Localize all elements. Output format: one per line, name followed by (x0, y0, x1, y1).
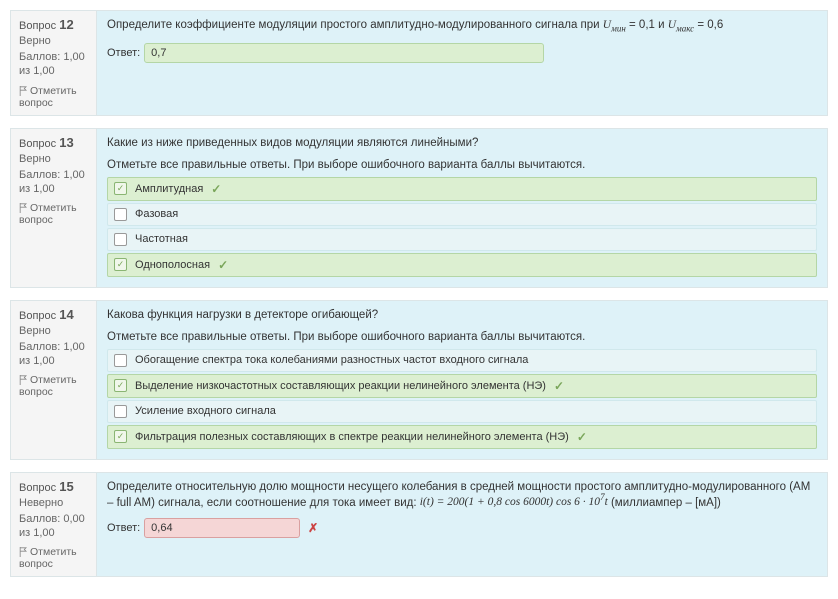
question-12: Вопрос 12 Верно Баллов: 1,00 из 1,00 Отм… (10, 10, 828, 116)
answer-label: Ответ: (107, 47, 140, 59)
question-content: Какова функция нагрузки в детекторе огиб… (97, 301, 827, 459)
question-status: Неверно (19, 497, 88, 509)
option-label: Обогащение спектра тока колебаниями разн… (135, 354, 528, 366)
checkbox[interactable]: ✓ (114, 258, 127, 271)
question-status: Верно (19, 325, 88, 337)
option-row[interactable]: ✓ Однополосная ✓ (107, 253, 817, 277)
option-row[interactable]: Обогащение спектра тока колебаниями разн… (107, 349, 817, 372)
question-marks: Баллов: 1,00 из 1,00 (19, 50, 88, 79)
checkbox[interactable] (114, 354, 127, 367)
checkbox[interactable]: ✓ (114, 182, 127, 195)
checkbox[interactable]: ✓ (114, 430, 127, 443)
option-label: Фильтрация полезных составляющих в спект… (135, 431, 569, 443)
flag-icon (19, 375, 28, 385)
question-13: Вопрос 13 Верно Баллов: 1,00 из 1,00 Отм… (10, 128, 828, 288)
answer-input[interactable] (144, 43, 544, 63)
question-number: Вопрос 15 (19, 479, 88, 494)
option-row[interactable]: ✓ Выделение низкочастотных составляющих р… (107, 374, 817, 398)
option-row[interactable]: Усиление входного сигнала (107, 400, 817, 423)
flag-icon (19, 547, 28, 557)
question-15: Вопрос 15 Неверно Баллов: 0,00 из 1,00 О… (10, 472, 828, 578)
checkbox[interactable] (114, 233, 127, 246)
options-list: ✓ Амплитудная ✓ Фазовая Частотная ✓ Однополосн… (107, 177, 817, 277)
option-row[interactable]: ✓ Амплитудная ✓ (107, 177, 817, 201)
question-info: Вопрос 15 Неверно Баллов: 0,00 из 1,00 О… (11, 473, 97, 577)
tick-icon: ✓ (218, 258, 228, 272)
question-text: Определите относительную долю мощности н… (107, 481, 817, 509)
tick-icon: ✓ (577, 430, 587, 444)
instruction: Отметьте все правильные ответы. При выбо… (107, 159, 817, 171)
option-label: Частотная (135, 233, 188, 245)
question-status: Верно (19, 35, 88, 47)
options-list: Обогащение спектра тока колебаниями разн… (107, 349, 817, 449)
question-marks: Баллов: 1,00 из 1,00 (19, 168, 88, 197)
question-14: Вопрос 14 Верно Баллов: 1,00 из 1,00 Отм… (10, 300, 828, 460)
option-row[interactable]: ✓ Фильтрация полезных составляющих в спек… (107, 425, 817, 449)
question-text: Какие из ниже приведенных видов модуляци… (107, 137, 817, 149)
question-status: Верно (19, 153, 88, 165)
answer-input[interactable] (144, 518, 300, 538)
checkbox[interactable]: ✓ (114, 379, 127, 392)
checkbox[interactable] (114, 405, 127, 418)
question-marks: Баллов: 0,00 из 1,00 (19, 512, 88, 541)
question-text: Определите коэффициенте модуляции просто… (107, 19, 817, 33)
cross-icon: ✗ (308, 521, 318, 535)
option-label: Фазовая (135, 208, 178, 220)
option-label: Усиление входного сигнала (135, 405, 276, 417)
question-info: Вопрос 13 Верно Баллов: 1,00 из 1,00 Отм… (11, 129, 97, 287)
question-info: Вопрос 14 Верно Баллов: 1,00 из 1,00 Отм… (11, 301, 97, 459)
question-text: Какова функция нагрузки в детекторе огиб… (107, 309, 817, 321)
question-number: Вопрос 13 (19, 135, 88, 150)
instruction: Отметьте все правильные ответы. При выбо… (107, 331, 817, 343)
flag-button[interactable]: Отметить вопрос (19, 374, 88, 398)
option-label: Амплитудная (135, 183, 203, 195)
answer-label: Ответ: (107, 522, 140, 534)
option-label: Однополосная (135, 259, 210, 271)
checkbox[interactable] (114, 208, 127, 221)
flag-button[interactable]: Отметить вопрос (19, 85, 88, 109)
question-content: Какие из ниже приведенных видов модуляци… (97, 129, 827, 287)
question-number: Вопрос 12 (19, 17, 88, 32)
question-info: Вопрос 12 Верно Баллов: 1,00 из 1,00 Отм… (11, 11, 97, 115)
tick-icon: ✓ (211, 182, 221, 196)
flag-icon (19, 86, 28, 96)
flag-icon (19, 203, 28, 213)
option-row[interactable]: Частотная (107, 228, 817, 251)
question-number: Вопрос 14 (19, 307, 88, 322)
answer-row: Ответ: (107, 43, 817, 63)
option-row[interactable]: Фазовая (107, 203, 817, 226)
answer-row: Ответ: ✗ (107, 518, 817, 538)
option-label: Выделение низкочастотных составляющих ре… (135, 380, 546, 392)
question-content: Определите относительную долю мощности н… (97, 473, 827, 577)
question-content: Определите коэффициенте модуляции просто… (97, 11, 827, 115)
flag-button[interactable]: Отметить вопрос (19, 202, 88, 226)
tick-icon: ✓ (554, 379, 564, 393)
question-marks: Баллов: 1,00 из 1,00 (19, 340, 88, 369)
